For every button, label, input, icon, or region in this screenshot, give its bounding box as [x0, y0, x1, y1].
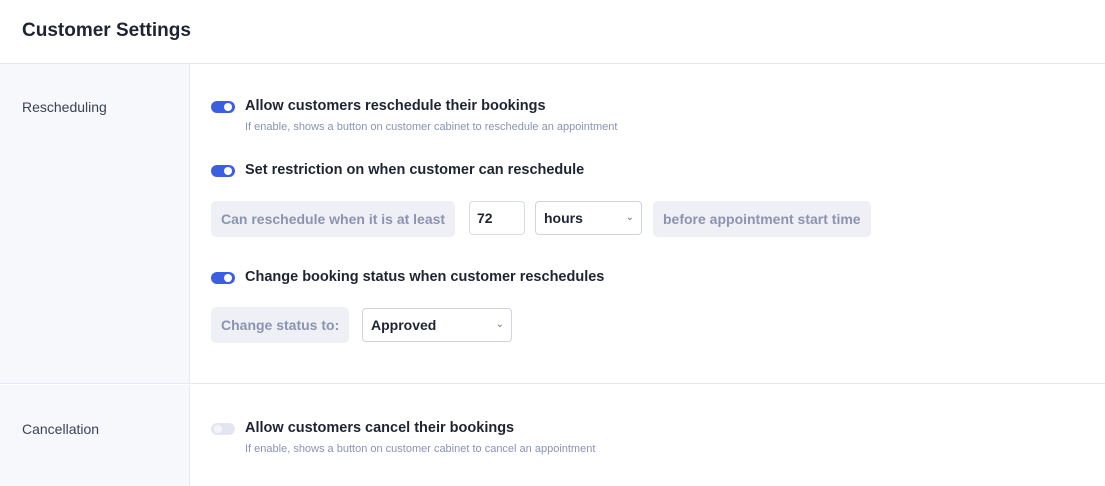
- restriction-label: Set restriction on when customer can res…: [245, 162, 585, 178]
- settings-header: Customer Settings: [0, 0, 1105, 64]
- toggle-knob: [224, 103, 232, 111]
- restriction-amount-input[interactable]: 72: [469, 201, 525, 235]
- cancellation-section: Cancellation Allow customers cancel thei…: [0, 385, 1105, 486]
- toggle-knob: [214, 425, 222, 433]
- status-change-prefix: Change status to:: [211, 307, 350, 343]
- status-change-toggle[interactable]: [211, 272, 235, 284]
- section-label-rescheduling: Rescheduling: [22, 99, 107, 115]
- status-select[interactable]: Approved ⌄: [362, 308, 512, 342]
- allow-cancel-label: Allow customers cancel their bookings: [245, 420, 515, 436]
- restriction-unit-select[interactable]: hours ⌄: [535, 201, 642, 235]
- allow-reschedule-description: If enable, shows a button on customer ca…: [245, 121, 618, 133]
- rescheduling-section: Rescheduling Allow customers reschedule …: [0, 64, 1105, 384]
- section-sidebar: Cancellation: [0, 385, 190, 486]
- allow-reschedule-label: Allow customers reschedule their booking…: [245, 98, 546, 114]
- section-sidebar: Rescheduling: [0, 64, 190, 383]
- chevron-down-icon: ⌄: [625, 212, 634, 223]
- allow-cancel-description: If enable, shows a button on customer ca…: [245, 443, 596, 455]
- chevron-down-icon: ⌄: [495, 319, 504, 330]
- allow-reschedule-toggle[interactable]: [211, 101, 235, 113]
- status-value: Approved: [371, 317, 437, 333]
- restriction-unit-value: hours: [544, 210, 583, 226]
- page-title: Customer Settings: [22, 20, 191, 41]
- status-change-label: Change booking status when customer resc…: [245, 269, 605, 285]
- restriction-toggle[interactable]: [211, 165, 235, 177]
- restriction-suffix: before appointment start time: [653, 201, 871, 237]
- section-label-cancellation: Cancellation: [22, 421, 100, 437]
- toggle-knob: [224, 274, 232, 282]
- toggle-knob: [224, 167, 232, 175]
- allow-cancel-toggle[interactable]: [211, 423, 235, 435]
- restriction-prefix: Can reschedule when it is at least: [211, 201, 456, 237]
